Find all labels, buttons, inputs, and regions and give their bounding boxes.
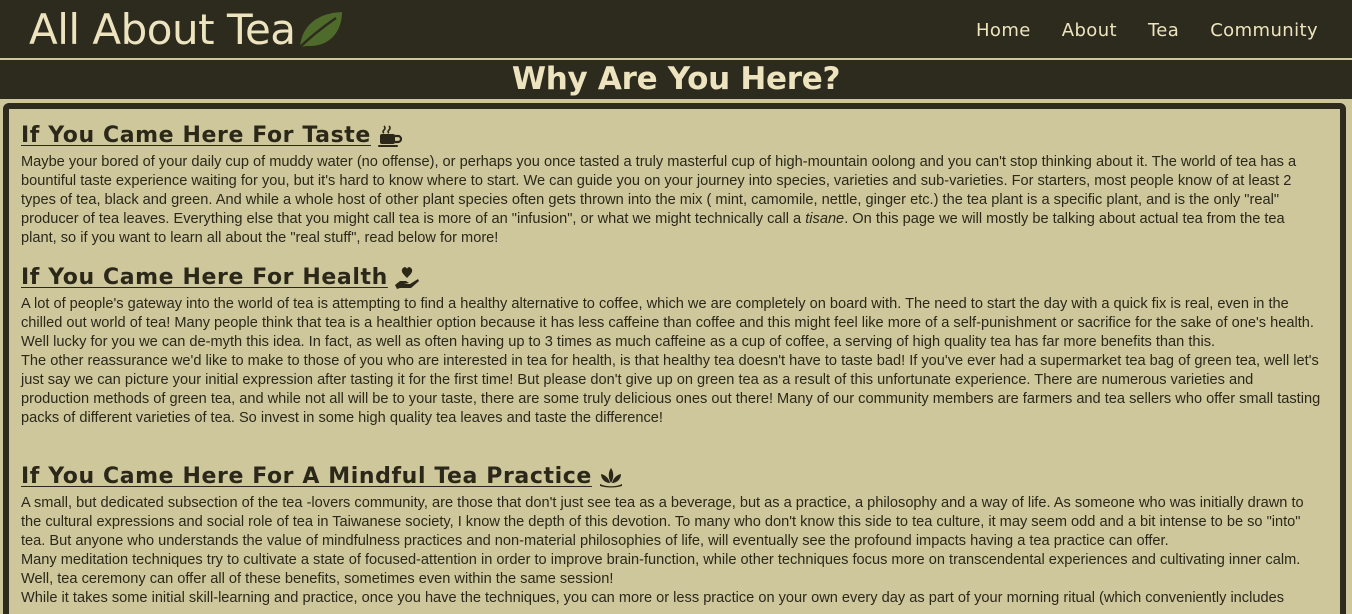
section-taste: If You Came Here For Taste Maybe your bo… (21, 122, 1321, 248)
lotus-icon (599, 468, 622, 488)
hand-holding-heart-icon (394, 267, 419, 289)
section-title-text: If You Came Here For Health (21, 265, 388, 290)
section-title-text: If You Came Here For Taste (21, 123, 371, 148)
brand-title: All About Tea (29, 5, 296, 54)
nav-link-tea[interactable]: Tea (1148, 19, 1179, 43)
italic-term: tisane (805, 211, 845, 227)
section-title: If You Came Here For A Mindful Tea Pract… (21, 463, 624, 491)
section-paragraph: While it takes some initial skill-learni… (21, 590, 1284, 606)
section-paragraph: Maybe your bored of your daily cup of mu… (21, 153, 1321, 248)
nav-link-home[interactable]: Home (976, 19, 1031, 43)
section-mindful: If You Came Here For A Mindful Tea Pract… (21, 463, 1321, 608)
section-title: If You Came Here For Health (21, 264, 420, 292)
navbar: All About Tea Home About Tea Community (0, 0, 1352, 58)
section-paragraph: A small, but dedicated subsection of the… (21, 495, 1304, 549)
content-panel: If You Came Here For Taste Maybe your bo… (3, 103, 1346, 614)
main-nav: Home About Tea Community (945, 19, 1318, 43)
section-paragraph: Many meditation techniques try to cultiv… (21, 552, 1301, 587)
page-title: Why Are You Here? (511, 61, 841, 97)
coffee-cup-icon (377, 125, 402, 147)
nav-link-about[interactable]: About (1062, 19, 1117, 43)
section-paragraph: A lot of people's gateway into the world… (21, 296, 1314, 350)
brand-logo[interactable]: All About Tea (29, 6, 346, 54)
hero-banner: Why Are You Here? (0, 58, 1352, 99)
section-health: If You Came Here For Health A lot of peo… (21, 264, 1321, 428)
tea-leaf-icon (296, 12, 342, 50)
nav-link-community[interactable]: Community (1210, 19, 1318, 43)
section-title-text: If You Came Here For A Mindful Tea Pract… (21, 464, 592, 489)
section-title: If You Came Here For Taste (21, 122, 403, 150)
section-paragraph: The other reassurance we'd like to make … (21, 353, 1321, 426)
